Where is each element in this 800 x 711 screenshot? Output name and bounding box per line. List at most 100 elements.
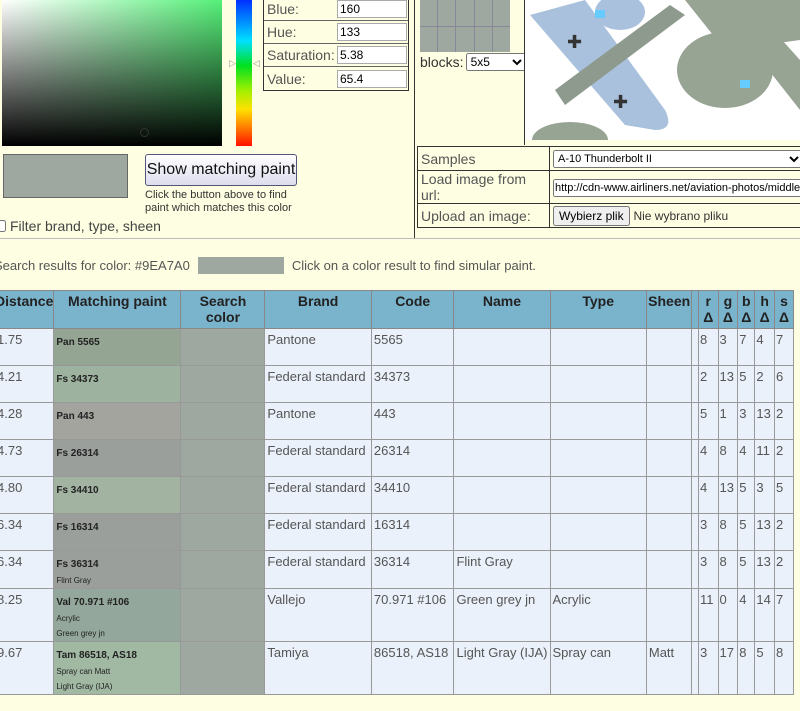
brand-cell: Pantone — [264, 328, 372, 366]
table-row[interactable]: 4.28Pan 443Pantone443513132 — [0, 402, 794, 440]
code-cell: 5565 — [370, 328, 455, 366]
table-row[interactable]: 8.25Val 70.971 #106AcrylicGreen grey jnV… — [0, 588, 794, 642]
samples-select[interactable]: A-10 Thunderbolt II — [553, 150, 800, 168]
table-row[interactable]: 6.34Fs 36314 Flint Gray Federal standard36… — [0, 550, 794, 589]
sheen-cell — [645, 439, 693, 477]
search-color-swatch — [180, 588, 266, 642]
url-input[interactable] — [553, 178, 800, 197]
paint-label: Fs 34373 — [56, 374, 99, 385]
saturation-input[interactable] — [337, 46, 407, 64]
r-delta-cell: 3 — [697, 513, 719, 551]
code-cell: 34373 — [370, 365, 455, 403]
header-search-color[interactable]: Search color — [180, 290, 266, 329]
blue-input[interactable] — [337, 0, 407, 18]
filter-toggle[interactable]: Filter brand, type, sheen — [0, 218, 161, 234]
name-cell — [453, 328, 551, 366]
s-delta-cell: 5 — [774, 476, 794, 514]
r-delta-cell: 3 — [697, 641, 719, 695]
b-delta-cell: 5 — [737, 550, 756, 589]
header-code[interactable]: Code — [370, 290, 455, 329]
choose-file-button[interactable]: Wybierz plik — [553, 205, 630, 226]
matching-paint-swatch[interactable]: Fs 26314 — [53, 439, 182, 477]
header-r-delta[interactable]: r Δ — [697, 290, 719, 329]
hue-handle-left-icon[interactable]: ▷ — [229, 58, 236, 69]
matching-paint-swatch[interactable]: Tam 86518, AS18 Spray can Matt Light Gray … — [53, 641, 182, 695]
matching-paint-swatch[interactable]: Fs 34410 — [53, 476, 182, 514]
table-row[interactable]: 9.67Tam 86518, AS18 Spray can Matt Light G… — [0, 641, 794, 695]
sheen-cell — [645, 328, 693, 366]
r-delta-cell: 4 — [697, 439, 719, 477]
paint-label: Fs 26314 — [56, 448, 99, 459]
table-row[interactable]: 4.80Fs 34410Federal standard34410413535 — [0, 476, 794, 514]
header-b-delta[interactable]: b Δ — [737, 290, 756, 329]
matching-paint-swatch[interactable]: Pan 5565 — [53, 328, 182, 366]
b-delta-cell: 8 — [737, 641, 756, 695]
matching-paint-swatch[interactable]: Pan 443 — [53, 402, 182, 440]
paint-label: Pan 5565 — [56, 337, 100, 348]
header-g-delta[interactable]: g Δ — [717, 290, 739, 329]
value-input[interactable] — [337, 69, 407, 88]
upload-label: Upload an image: — [417, 203, 550, 228]
name-cell — [453, 439, 551, 477]
picker-cursor[interactable] — [140, 128, 149, 137]
type-cell — [549, 476, 647, 514]
blocks-select[interactable]: 5x5 — [465, 53, 526, 71]
h-delta-cell: 5 — [754, 641, 776, 695]
search-color-swatch — [180, 550, 266, 589]
g-delta-cell: 17 — [717, 641, 739, 695]
distance-cell: 4.28 — [0, 402, 55, 440]
type-cell — [549, 328, 647, 366]
hue-handle-right-icon[interactable]: ◁ — [253, 58, 260, 69]
h-delta-cell: 13 — [754, 513, 776, 551]
show-matching-paint-button[interactable]: Show matching paint — [145, 154, 297, 186]
s-delta-cell: 2 — [774, 513, 794, 551]
saturation-value-picker[interactable] — [2, 0, 222, 146]
header-s-delta[interactable]: s Δ — [774, 290, 794, 329]
h-delta-cell: 13 — [754, 550, 776, 589]
type-cell — [549, 550, 647, 589]
header-h-delta[interactable]: h Δ — [754, 290, 776, 329]
distance-cell: 1.75 — [0, 328, 55, 366]
search-color-swatch — [180, 328, 266, 366]
s-delta-cell: 2 — [774, 550, 794, 589]
g-delta-cell: 1 — [717, 402, 739, 440]
g-delta-cell: 8 — [717, 439, 739, 477]
table-row[interactable]: 4.73Fs 26314Federal standard26314484112 — [0, 439, 794, 477]
matching-paint-swatch[interactable]: Val 70.971 #106 Acrylic Green grey jn — [53, 588, 182, 642]
image-controls: Samples A-10 Thunderbolt II Load image fr… — [417, 146, 800, 228]
hue-slider[interactable] — [236, 0, 252, 146]
brand-cell: Tamiya — [264, 641, 372, 695]
name-cell — [453, 402, 551, 440]
header-distance[interactable]: Distance — [0, 290, 55, 329]
table-row[interactable]: 4.21Fs 34373Federal standard34373213526 — [0, 365, 794, 403]
hue-input[interactable] — [337, 23, 407, 41]
r-delta-cell: 2 — [697, 365, 719, 403]
type-cell — [549, 402, 647, 440]
paint-label: Val 70.971 #106 — [56, 597, 130, 608]
hint-line: paint which matches this color — [145, 202, 292, 214]
header-sheen[interactable]: Sheen — [645, 290, 693, 329]
filter-checkbox[interactable] — [0, 220, 6, 232]
header-matching-paint[interactable]: Matching paint — [53, 290, 182, 329]
paint-sub: Flint Gray — [56, 576, 92, 585]
sheen-cell — [645, 476, 693, 514]
paint-sub: Spray can Matt — [56, 667, 111, 676]
paint-label: Fs 16314 — [56, 522, 99, 533]
matching-paint-swatch[interactable]: Fs 16314 — [53, 513, 182, 551]
header-brand[interactable]: Brand — [264, 290, 372, 329]
matching-paint-swatch[interactable]: Fs 34373 — [53, 365, 182, 403]
search-summary: Search results for color: #9EA7A0 Click o… — [0, 257, 536, 274]
paint-sub: Light Gray (IJA) — [56, 682, 113, 691]
code-cell: 443 — [370, 402, 455, 440]
matching-paint-swatch[interactable]: Fs 36314 Flint Gray — [53, 550, 182, 589]
header-type[interactable]: Type — [549, 290, 647, 329]
table-row[interactable]: 6.34Fs 16314 Federal standard16314 385132 — [0, 513, 794, 551]
sample-image[interactable]: ✚ ✚ — [525, 0, 800, 140]
header-name[interactable]: Name — [453, 290, 551, 329]
table-row[interactable]: 1.75Pan 5565 Pantone5565 83747 — [0, 328, 794, 366]
filter-label: Filter brand, type, sheen — [10, 218, 161, 234]
blocks-control: blocks: 5x5 — [420, 53, 526, 71]
sheen-cell — [645, 588, 693, 642]
brand-cell: Federal standard — [264, 439, 372, 477]
code-cell: 34410 — [370, 476, 455, 514]
